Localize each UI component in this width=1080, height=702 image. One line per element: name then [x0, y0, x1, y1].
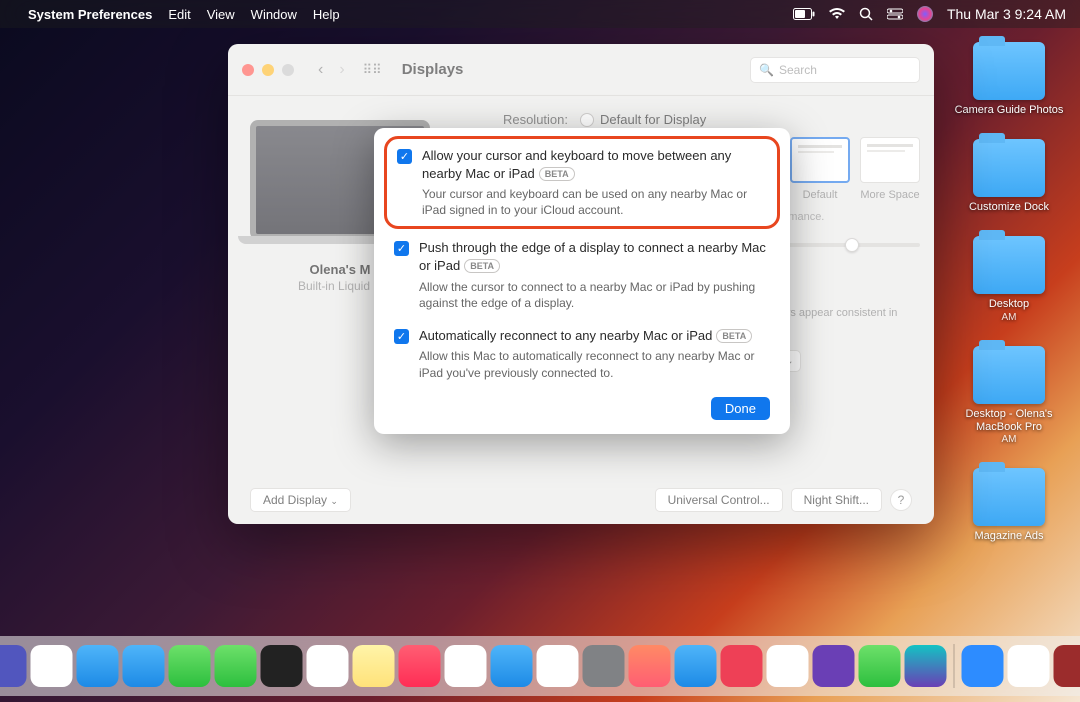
battery-icon[interactable]	[793, 8, 815, 20]
menu-datetime[interactable]: Thu Mar 3 9:24 AM	[947, 6, 1066, 22]
desktop-folder[interactable]: Magazine Ads	[954, 468, 1064, 543]
done-button[interactable]: Done	[711, 397, 770, 420]
universal-control-option: ✓ Push through the edge of a display to c…	[394, 239, 770, 310]
folder-label: Camera Guide Photos	[955, 104, 1064, 117]
dock-app-music[interactable]	[399, 645, 441, 687]
folder-icon	[973, 346, 1045, 404]
desktop-folder[interactable]: Desktop - Olena's MacBook ProAM	[954, 346, 1064, 446]
folder-icon	[973, 42, 1045, 100]
wifi-icon[interactable]	[829, 8, 845, 20]
folder-icon	[973, 468, 1045, 526]
desktop-folder[interactable]: Camera Guide Photos	[954, 42, 1064, 117]
folder-label: Customize Dock	[969, 201, 1049, 214]
dock-app-reminders[interactable]	[445, 645, 487, 687]
dock	[0, 636, 1080, 696]
dock-app-pocket[interactable]	[721, 645, 763, 687]
dock-app-daisydisk[interactable]	[859, 645, 901, 687]
universal-control-sheet: ✓ Allow your cursor and keyboard to move …	[374, 128, 790, 434]
option-desc: Allow this Mac to automatically reconnec…	[419, 348, 770, 380]
folder-icon	[973, 236, 1045, 294]
menu-view[interactable]: View	[207, 7, 235, 22]
desktop-folder[interactable]: DesktopAM	[954, 236, 1064, 323]
folder-icon	[973, 139, 1045, 197]
dock-app-canva[interactable]	[905, 645, 947, 687]
dock-app-safari[interactable]	[77, 645, 119, 687]
universal-control-option: ✓ Automatically reconnect to any nearby M…	[394, 327, 770, 381]
folder-label: DesktopAM	[989, 298, 1029, 323]
checkbox[interactable]: ✓	[394, 241, 409, 256]
dock-app-preview[interactable]	[1008, 645, 1050, 687]
beta-badge: BETA	[539, 167, 575, 181]
dock-app-dash[interactable]	[813, 645, 855, 687]
dock-app-photos[interactable]	[767, 645, 809, 687]
checkbox[interactable]: ✓	[397, 149, 412, 164]
option-title: Push through the edge of a display to co…	[419, 239, 770, 274]
dock-app-dictionary[interactable]	[1054, 645, 1080, 687]
dock-separator	[954, 644, 955, 688]
universal-control-option: ✓ Allow your cursor and keyboard to move …	[384, 136, 780, 229]
spotlight-icon[interactable]	[859, 7, 873, 21]
dock-app-calendar[interactable]	[307, 645, 349, 687]
menu-window[interactable]: Window	[251, 7, 297, 22]
menu-edit[interactable]: Edit	[168, 7, 190, 22]
menu-bar: System Preferences Edit View Window Help…	[0, 0, 1080, 28]
dock-app-teams[interactable]	[0, 645, 27, 687]
desktop-icons: Camera Guide Photos Customize Dock Desktop…	[954, 42, 1064, 543]
dock-app-asana[interactable]	[629, 645, 671, 687]
beta-badge: BETA	[716, 329, 752, 343]
dock-app-zoom[interactable]	[962, 645, 1004, 687]
dock-app-slack[interactable]	[537, 645, 579, 687]
dock-app-facetime[interactable]	[215, 645, 257, 687]
dock-app-chrome[interactable]	[31, 645, 73, 687]
control-center-icon[interactable]	[887, 8, 903, 20]
dock-app-slack-web[interactable]	[169, 645, 211, 687]
menu-help[interactable]: Help	[313, 7, 340, 22]
option-desc: Allow the cursor to connect to a nearby …	[419, 279, 770, 311]
dock-app-mail[interactable]	[123, 645, 165, 687]
dock-app-1password[interactable]	[675, 645, 717, 687]
option-title: Allow your cursor and keyboard to move b…	[422, 147, 767, 182]
dock-app-syspref[interactable]	[583, 645, 625, 687]
option-title: Automatically reconnect to any nearby Ma…	[419, 327, 770, 345]
desktop-folder[interactable]: Customize Dock	[954, 139, 1064, 214]
dock-app-notes[interactable]	[353, 645, 395, 687]
menu-app-name[interactable]: System Preferences	[28, 7, 152, 22]
dock-app-appstore[interactable]	[491, 645, 533, 687]
folder-label: Desktop - Olena's MacBook ProAM	[954, 408, 1064, 446]
folder-label: Magazine Ads	[974, 530, 1043, 543]
beta-badge: BETA	[464, 259, 500, 273]
dock-app-appletv[interactable]	[261, 645, 303, 687]
checkbox[interactable]: ✓	[394, 329, 409, 344]
siri-icon[interactable]	[917, 6, 933, 22]
option-desc: Your cursor and keyboard can be used on …	[422, 186, 767, 218]
